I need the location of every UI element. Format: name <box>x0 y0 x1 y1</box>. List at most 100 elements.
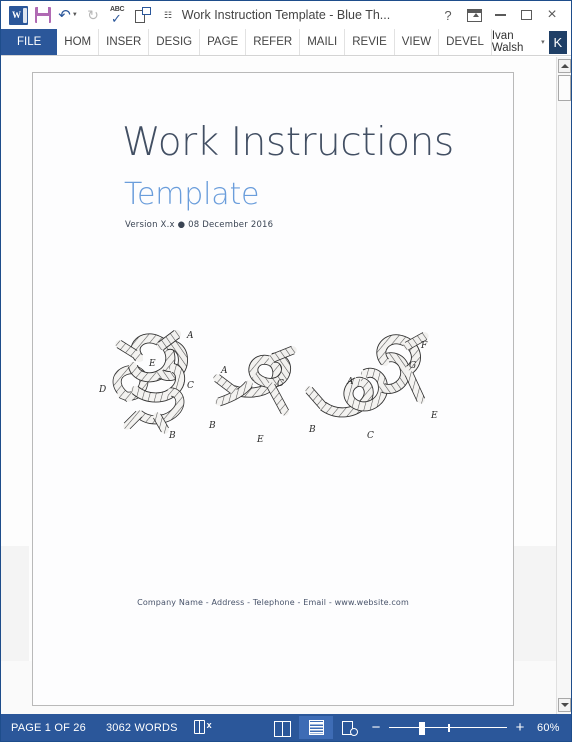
chevron-down-icon <box>560 703 569 707</box>
tab-references[interactable]: REFER <box>246 29 301 55</box>
zoom-slider-thumb[interactable] <box>419 721 425 735</box>
scroll-up-button[interactable] <box>558 59 571 73</box>
tab-mailings[interactable]: MAILI <box>300 29 346 55</box>
tab-mailings-label: MAILI <box>307 36 338 48</box>
tab-insert-label: INSER <box>106 36 142 48</box>
tab-design-label: DESIG <box>156 36 193 48</box>
tab-developer[interactable]: DEVEL <box>439 29 492 55</box>
undo-dropdown-icon[interactable]: ▼ <box>72 12 78 18</box>
undo-button[interactable]: ↶ ▼ <box>56 4 80 26</box>
tab-home-label: HOM <box>64 36 92 48</box>
redo-button[interactable]: ↻ <box>81 4 105 26</box>
status-bar: PAGE 1 OF 26 3062 WORDS x − + 60% <box>1 714 571 741</box>
spelling-grammar-button[interactable]: ABC ✓ <box>106 4 130 26</box>
knot-label-e: E <box>148 359 156 369</box>
avatar[interactable]: K <box>548 30 567 54</box>
window-controls: ? × <box>435 3 571 27</box>
print-layout-icon <box>308 720 324 735</box>
title-bar: W ↶ ▼ ↻ ABC ✓ ☷ Work Instruction Templat… <box>1 1 571 29</box>
page-indicator[interactable]: PAGE 1 OF 26 <box>1 722 96 734</box>
knot-label-b: B <box>308 425 316 435</box>
rope-knots-illustration: A B C D E A B C E A B C F G E <box>98 328 459 458</box>
document-page[interactable]: Work Instructions Template Version X.x ●… <box>32 72 514 706</box>
zoom-in-button[interactable]: + <box>511 720 529 735</box>
proofing-errors-icon[interactable]: x <box>193 720 212 735</box>
undo-icon: ↶ <box>58 6 71 24</box>
knot-label-c: C <box>277 379 284 389</box>
word-count[interactable]: 3062 WORDS <box>96 722 188 734</box>
close-icon: × <box>547 6 557 23</box>
knot-label-e: E <box>256 435 264 445</box>
chevron-up-icon <box>560 64 569 68</box>
chevron-down-icon[interactable]: ▾ <box>541 38 545 46</box>
minimize-icon <box>494 14 506 16</box>
view-web-layout-button[interactable] <box>333 716 367 739</box>
quick-access-toolbar: W ↶ ▼ ↻ ABC ✓ ☷ <box>1 4 180 26</box>
minimize-button[interactable] <box>487 3 513 27</box>
ribbon-display-icon <box>466 8 482 22</box>
word-app-icon[interactable]: W <box>6 4 30 26</box>
view-read-mode-button[interactable] <box>265 716 299 739</box>
chevron-down-icon: ☷ <box>163 9 173 20</box>
save-button[interactable] <box>31 4 55 26</box>
page-version-line: Version X.x ● 08 December 2016 <box>125 220 274 230</box>
checkmark-icon: ✓ <box>111 11 122 26</box>
zoom-controls: − + 60% <box>367 720 571 736</box>
tab-review-label: REVIE <box>352 36 387 48</box>
help-button[interactable]: ? <box>435 3 461 27</box>
knot-label-a: A <box>346 377 354 387</box>
knot-label-a: A <box>186 331 194 341</box>
page-subtitle: Template <box>124 177 260 212</box>
tab-page-layout-label: PAGE <box>207 36 239 48</box>
user-name[interactable]: Ivan Walsh <box>492 30 537 54</box>
account-zone: Ivan Walsh ▾ K <box>492 29 571 55</box>
knot-label-f: F <box>420 341 428 351</box>
scroll-down-button[interactable] <box>558 698 571 712</box>
zoom-out-button[interactable]: − <box>367 720 385 735</box>
read-mode-icon <box>273 720 291 737</box>
tab-view[interactable]: VIEW <box>395 29 440 55</box>
tab-home[interactable]: HOM <box>57 29 100 55</box>
page-title: Work Instructions <box>122 120 454 165</box>
zoom-level[interactable]: 60% <box>529 722 563 734</box>
document-workspace[interactable]: Work Instructions Template Version X.x ●… <box>1 57 571 714</box>
knot-label-d: D <box>99 385 106 395</box>
question-mark-icon: ? <box>444 7 452 23</box>
page-footer: Company Name - Address - Telephone - Ema… <box>137 598 409 607</box>
zoom-slider-midpoint <box>448 723 450 732</box>
scrollbar-thumb[interactable] <box>558 75 571 101</box>
knot-label-e: E <box>430 411 438 421</box>
ribbon-display-options-button[interactable] <box>461 3 487 27</box>
close-button[interactable]: × <box>539 3 565 27</box>
print-preview-icon <box>135 7 151 23</box>
tab-review[interactable]: REVIE <box>345 29 395 55</box>
tab-view-label: VIEW <box>401 36 432 48</box>
zoom-slider[interactable] <box>389 720 507 736</box>
tab-file[interactable]: FILE <box>1 29 58 55</box>
tab-page-layout[interactable]: PAGE <box>200 29 247 55</box>
tab-file-label: FILE <box>17 36 42 48</box>
tab-design[interactable]: DESIG <box>149 29 201 55</box>
print-preview-button[interactable] <box>131 4 155 26</box>
knot-label-c: C <box>187 381 194 391</box>
redo-icon: ↻ <box>87 7 99 23</box>
maximize-icon <box>520 10 532 20</box>
view-print-layout-button[interactable] <box>299 716 333 739</box>
vertical-scrollbar[interactable] <box>556 57 571 714</box>
knot-label-c: C <box>367 431 374 441</box>
avatar-initial: K <box>553 34 563 50</box>
knot-label-g: G <box>409 361 416 371</box>
ribbon-tab-bar: FILE HOM INSER DESIG PAGE REFER MAILI RE… <box>1 29 571 56</box>
knot-label-b: B <box>168 431 176 441</box>
knot-label-b: B <box>208 421 216 431</box>
knot-label-a: A <box>220 366 228 376</box>
web-layout-icon <box>342 720 358 736</box>
save-icon <box>35 7 51 23</box>
tab-insert[interactable]: INSER <box>99 29 150 55</box>
maximize-button[interactable] <box>513 3 539 27</box>
tab-references-label: REFER <box>253 36 293 48</box>
customize-qat-button[interactable]: ☷ <box>156 4 180 26</box>
spell-check-icon: ABC ✓ <box>109 6 127 26</box>
tab-developer-label: DEVEL <box>446 36 484 48</box>
word-app-letter: W <box>12 10 21 20</box>
